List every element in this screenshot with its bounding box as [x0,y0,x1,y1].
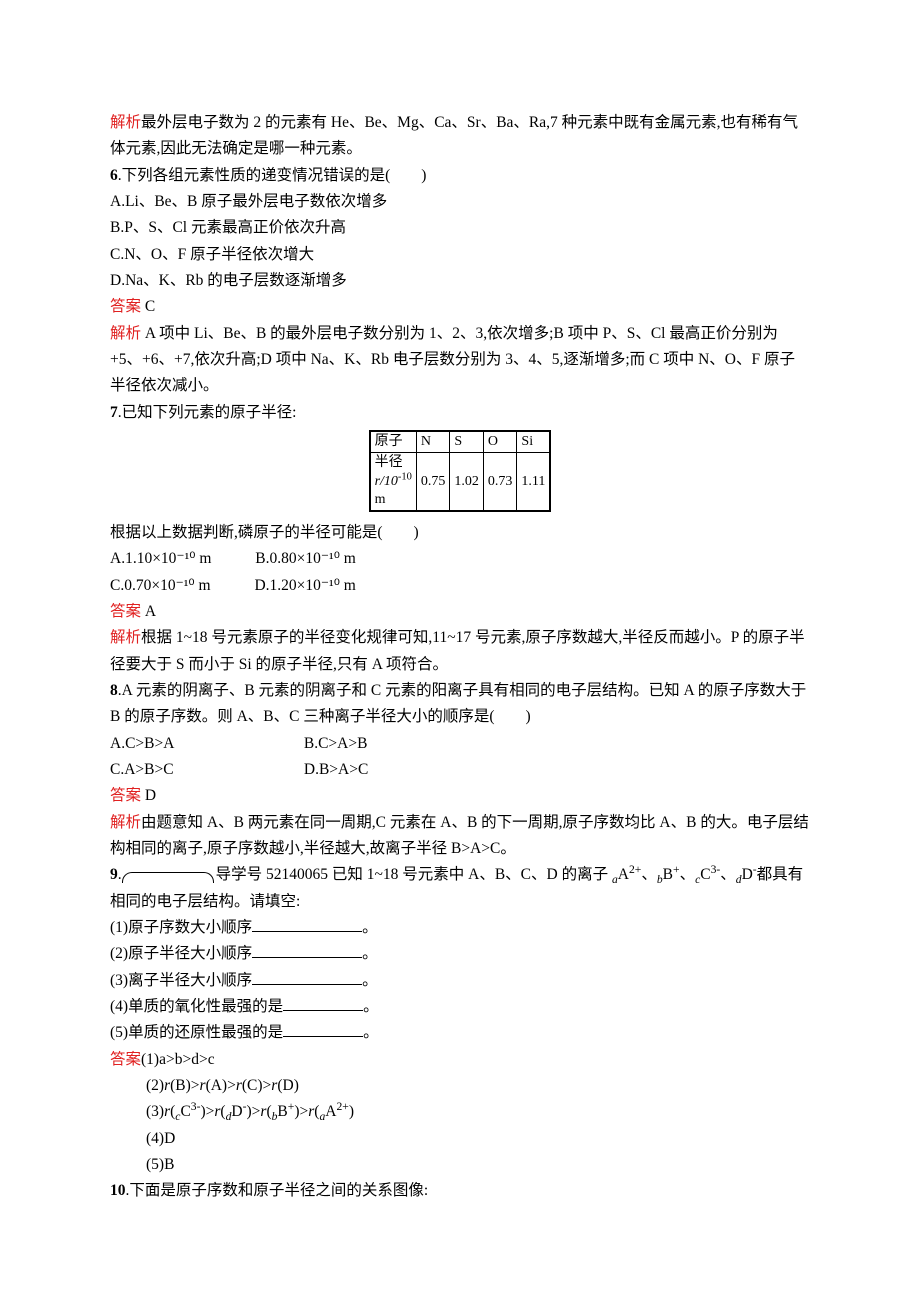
q9-lead: 导学号 52140065 已知 1~18 号元素中 A、B、C、D 的离子 [216,866,612,883]
q6-option-d: D.Na、K、Rb 的电子层数逐渐增多 [110,268,810,294]
q9-ans5: (5)B [110,1152,810,1178]
q7-stem-text: .已知下列元素的原子半径: [118,404,297,421]
blank-field[interactable] [252,968,362,985]
q9-part3: (3)离子半径大小顺序 。 [110,968,810,994]
period: 。 [362,972,378,989]
q6-stem-text: .下列各组元素性质的递变情况错误的是( ) [118,167,427,184]
q9-number: 9 [110,866,118,883]
q6-option-a: A.Li、Be、B 原子最外层电子数依次增多 [110,189,810,215]
q5-explain-text: 最外层电子数为 2 的元素有 He、Be、Mg、Ca、Sr、Ba、Ra,7 种元… [110,114,798,157]
q8-option-a: A.C>B>A [110,731,260,757]
q9-p5-text: (5)单质的还原性最强的是 [110,1024,283,1041]
q7-option-b: B.0.80×10⁻¹⁰ m [255,546,356,572]
q8-option-c: C.A>B>C [110,757,260,783]
table-cell-o: O [483,431,517,453]
radius-label-b: r/10 [375,474,398,489]
q9-p3-text: (3)离子半径大小顺序 [110,972,252,989]
q9-ans1: (1)a>b>d>c [141,1051,215,1068]
q8-option-d: D.B>A>C [304,757,368,783]
q8-options-cd: C.A>B>C D.B>A>C [110,757,810,783]
q6-answer: C [141,298,155,315]
answer-label: 答案 [110,298,141,315]
q9-ans4: (4)D [110,1126,810,1152]
q7-option-a: A.1.10×10⁻¹⁰ m [110,546,211,572]
table-cell-s-val: 1.02 [450,453,484,511]
blank-field[interactable] [283,995,363,1012]
explain-label: 解析 [110,629,141,646]
blank-field[interactable] [252,916,362,933]
q6-number: 6 [110,167,118,184]
q9-stem: 9.导学号 52140065 已知 1~18 号元素中 A、B、C、D 的离子 … [110,862,810,915]
q8-explain-text: 由题意知 A、B 两元素在同一周期,C 元素在 A、B 的下一周期,原子序数均比… [110,814,809,857]
q7-option-c: C.0.70×10⁻¹⁰ m [110,573,211,599]
period: 。 [363,1024,379,1041]
q9-p4-text: (4)单质的氧化性最强的是 [110,998,283,1015]
answer-label: 答案 [110,603,141,620]
period: 。 [362,945,378,962]
q9-part4: (4)单质的氧化性最强的是 。 [110,994,810,1020]
q9-answer-line: 答案(1)a>b>d>c [110,1047,810,1073]
q7-option-d: D.1.20×10⁻¹⁰ m [254,573,355,599]
q10-stem: 10.下面是原子序数和原子半径之间的关系图像: [110,1178,810,1204]
q7-explanation: 解析根据 1~18 号元素原子的半径变化规律可知,11~17 号元素,原子序数越… [110,625,810,678]
q5-explanation: 解析最外层电子数为 2 的元素有 He、Be、Mg、Ca、Sr、Ba、Ra,7 … [110,110,810,163]
q8-answer: D [141,787,156,804]
answer-label: 答案 [110,787,141,804]
arc-icon [122,872,214,884]
table-cell-o-val: 0.73 [483,453,517,511]
q9-p2-text: (2)原子半径大小顺序 [110,945,252,962]
q7-radii-table: 原子 N S O Si 半径 r/10-10 m 0.75 1.02 0.73 … [369,430,552,512]
q8-stem: 8.A 元素的阴离子、B 元素的阴离子和 C 元素的阳离子具有相同的电子层结构。… [110,678,810,731]
q9-part1: (1)原子序数大小顺序 。 [110,915,810,941]
period: 。 [362,919,378,936]
q9-part5: (5)单质的还原性最强的是 。 [110,1020,810,1046]
table-cell-si: Si [517,431,550,453]
q8-number: 8 [110,682,118,699]
table-cell-atom-label: 原子 [370,431,417,453]
q6-stem: 6.下列各组元素性质的递变情况错误的是( ) [110,163,810,189]
period: 。 [363,998,379,1015]
q6-explanation: 解析 A 项中 Li、Be、B 的最外层电子数分别为 1、2、3,依次增多;B … [110,321,810,400]
q6-answer-line: 答案 C [110,294,810,320]
explain-label: 解析 [110,814,141,831]
q9-part2: (2)原子半径大小顺序 。 [110,941,810,967]
q6-explain-text: A 项中 Li、Be、B 的最外层电子数分别为 1、2、3,依次增多;B 项中 … [110,325,795,395]
q7-explain-text: 根据 1~18 号元素原子的半径变化规律可知,11~17 号元素,原子序数越大,… [110,629,805,672]
table-cell-n-val: 0.75 [416,453,450,511]
q6-option-c: C.N、O、F 原子半径依次增大 [110,242,810,268]
radius-label-a: 半径 [375,455,403,470]
q7-options-cd: C.0.70×10⁻¹⁰ m D.1.20×10⁻¹⁰ m [110,573,810,599]
radius-label-c: m [375,492,386,507]
q7-options-ab: A.1.10×10⁻¹⁰ m B.0.80×10⁻¹⁰ m [110,546,810,572]
table-row: 原子 N S O Si [370,431,551,453]
table-cell-radius-label: 半径 r/10-10 m [370,453,417,511]
q7-answer: A [141,603,156,620]
q7-number: 7 [110,404,118,421]
answer-label: 答案 [110,1051,141,1068]
q10-stem-text: .下面是原子序数和原子半径之间的关系图像: [126,1182,429,1199]
q8-stem-text: .A 元素的阴离子、B 元素的阴离子和 C 元素的阳离子具有相同的电子层结构。已… [110,682,806,725]
table-row: 半径 r/10-10 m 0.75 1.02 0.73 1.11 [370,453,551,511]
q6-option-b: B.P、S、Cl 元素最高正价依次升高 [110,215,810,241]
explain-label: 解析 [110,325,141,342]
table-cell-s: S [450,431,484,453]
blank-field[interactable] [252,942,362,959]
q8-option-b: B.C>A>B [304,731,368,757]
q7-answer-line: 答案 A [110,599,810,625]
q9-p1-text: (1)原子序数大小顺序 [110,919,252,936]
q9-ans2: (2)r(B)>r(A)>r(C)>r(D) [110,1073,810,1099]
blank-field[interactable] [283,1021,363,1038]
table-cell-n: N [416,431,450,453]
q8-answer-line: 答案 D [110,783,810,809]
q10-number: 10 [110,1182,126,1199]
q8-explanation: 解析由题意知 A、B 两元素在同一周期,C 元素在 A、B 的下一周期,原子序数… [110,810,810,863]
explain-label: 解析 [110,114,141,131]
q8-options-ab: A.C>B>A B.C>A>B [110,731,810,757]
table-cell-si-val: 1.11 [517,453,550,511]
q9-ans3: (3)r(cC3-)>r(dD-)>r(bB+)>r(aA2+) [110,1099,810,1125]
q7-stem2: 根据以上数据判断,磷原子的半径可能是( ) [110,520,810,546]
q7-stem: 7.已知下列元素的原子半径: [110,400,810,426]
